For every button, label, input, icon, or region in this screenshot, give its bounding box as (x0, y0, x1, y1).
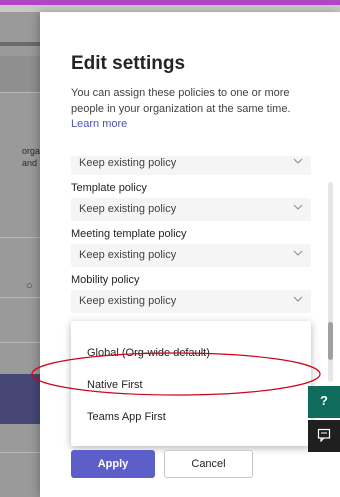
select-value: Keep existing policy (79, 203, 177, 215)
meeting-template-policy-label: Meeting template policy (71, 228, 187, 240)
chevron-down-icon (293, 156, 303, 166)
panel-title: Edit settings (71, 53, 186, 74)
top-bar (0, 0, 340, 12)
background-search-icon: ○ (26, 280, 33, 292)
template-policy-label: Template policy (71, 182, 147, 194)
select-value: Keep existing policy (79, 249, 177, 261)
help-icon[interactable]: ? (308, 386, 340, 418)
meeting-template-policy-select[interactable]: Keep existing policy (71, 244, 311, 267)
feedback-icon[interactable] (308, 420, 340, 452)
edit-settings-panel: Edit settings You can assign these polic… (40, 12, 340, 497)
dropdown-option-teams-app-first[interactable]: Teams App First (71, 399, 311, 431)
top-header-strip (0, 5, 340, 12)
apply-button[interactable]: Apply (71, 450, 155, 478)
policy-fields: Keep existing policy Template policy Kee… (40, 156, 340, 326)
panel-scrollbar[interactable] (328, 182, 333, 382)
mobility-policy-select[interactable]: Keep existing policy (71, 290, 311, 313)
select-value: Keep existing policy (79, 295, 177, 307)
policy-select-top[interactable]: Keep existing policy (71, 156, 311, 175)
learn-more-link[interactable]: Learn more (71, 118, 127, 130)
select-value: Keep existing policy (79, 157, 177, 169)
cancel-button[interactable]: Cancel (164, 450, 253, 478)
scrollbar-thumb[interactable] (328, 322, 333, 360)
panel-description: You can assign these policies to one or … (71, 87, 291, 115)
chevron-down-icon (293, 202, 303, 212)
template-policy-select[interactable]: Keep existing policy (71, 198, 311, 221)
chevron-down-icon (293, 294, 303, 304)
chevron-down-icon (293, 248, 303, 258)
annotation-ellipse (31, 352, 321, 396)
mobility-policy-label: Mobility policy (71, 274, 140, 286)
